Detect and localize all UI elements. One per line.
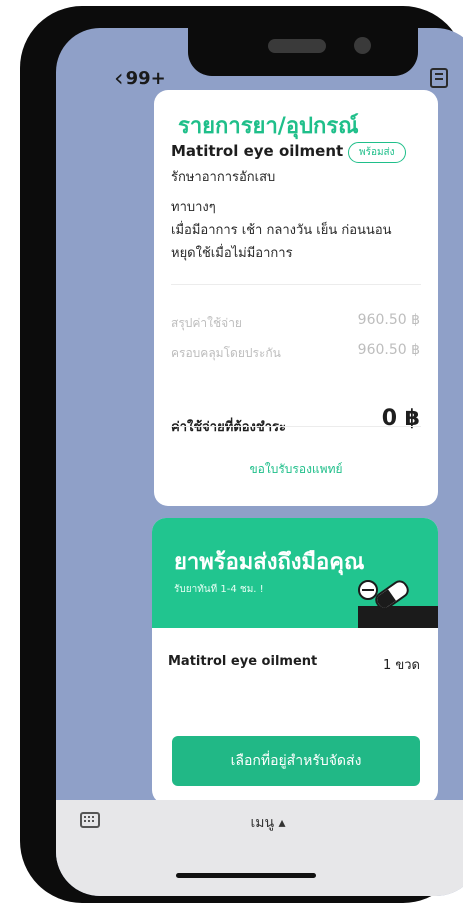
summary-label: สรุปค่าใช้จ่าย xyxy=(171,316,242,330)
phone-notch xyxy=(188,28,418,76)
delivery-card: ยาพร้อมส่งถึงมือคุณ รับยาทันที 1-4 ชม. !… xyxy=(152,518,438,804)
back-button[interactable]: ‹ 99+ xyxy=(114,66,166,90)
medicine-name: Matitrol eye oilment xyxy=(171,142,344,160)
divider xyxy=(171,284,421,285)
medical-certificate-link[interactable]: ขอใบรับรองแพทย์ xyxy=(154,460,438,479)
usage-line-2: เมื่อมีอาการ เช้า กลางวัน เย็น ก่อนนอน xyxy=(171,223,392,238)
delivery-banner: ยาพร้อมส่งถึงมือคุณ รับยาทันที 1-4 ชม. ! xyxy=(152,518,438,628)
banner-subtitle: รับยาทันที 1-4 ชม. ! xyxy=(174,584,264,595)
payable-value: 0 ฿ xyxy=(381,406,420,431)
divider xyxy=(171,426,421,427)
usage-line-1: ทาบางๆ xyxy=(171,200,216,215)
app-screen: ‹ 99+ รายการยา/อุปกรณ์ Matitrol eye oilm… xyxy=(56,28,463,896)
medicine-purpose: รักษาอาการอักเสบ xyxy=(171,170,276,185)
coverage-value: 960.50 ฿ xyxy=(357,342,420,358)
ready-badge: พร้อมส่ง xyxy=(348,142,406,163)
order-item-name: Matitrol eye oilment xyxy=(168,654,318,669)
usage-line-3: หยุดใช้เมื่อไม่มีอาการ xyxy=(171,246,293,261)
camera-icon xyxy=(354,37,371,54)
chevron-left-icon: ‹ xyxy=(114,64,124,92)
speaker-icon xyxy=(268,39,326,53)
coverage-label: ครอบคลุมโดยประกัน xyxy=(171,346,281,360)
unread-count: 99+ xyxy=(125,67,166,89)
select-address-button[interactable]: เลือกที่อยู่สำหรับจัดส่ง xyxy=(172,736,420,786)
order-item-qty: 1 ขวด xyxy=(382,658,420,673)
bottom-bar: เมนู ▴ xyxy=(56,800,463,896)
medicine-section-title: รายการยา/อุปกรณ์ xyxy=(178,114,359,139)
banner-title: ยาพร้อมส่งถึงมือคุณ xyxy=(174,550,365,575)
box-icon xyxy=(358,606,438,628)
document-icon[interactable] xyxy=(430,68,448,88)
phone-frame: ‹ 99+ รายการยา/อุปกรณ์ Matitrol eye oilm… xyxy=(20,6,463,903)
menu-button[interactable]: เมนู ▴ xyxy=(56,812,463,834)
summary-value: 960.50 ฿ xyxy=(357,312,420,328)
medicine-card: รายการยา/อุปกรณ์ Matitrol eye oilment พร… xyxy=(154,90,438,506)
home-indicator[interactable] xyxy=(176,873,316,878)
